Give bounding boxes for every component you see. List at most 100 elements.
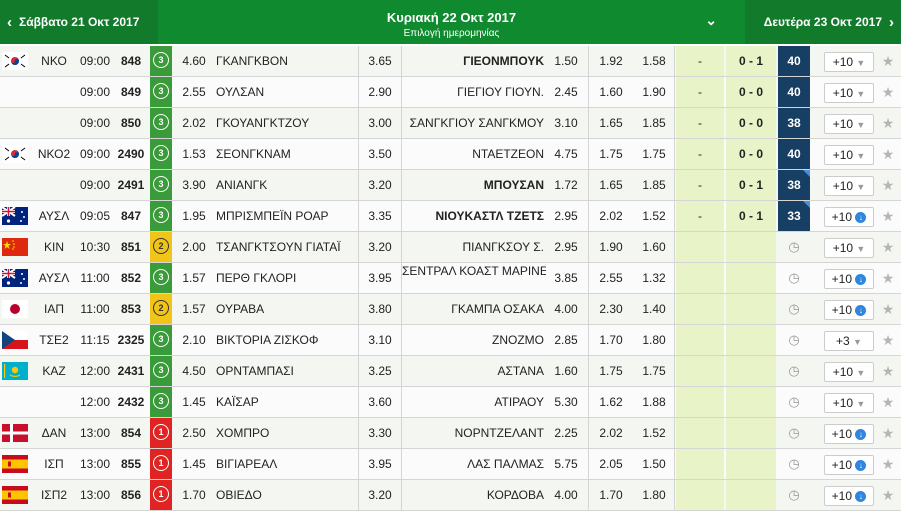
favorite-star-icon[interactable]: ★: [879, 480, 897, 510]
odd-home[interactable]: 1.53: [176, 139, 212, 169]
odd-over[interactable]: 1.80: [634, 325, 675, 355]
more-markets-button[interactable]: +3 ▼: [824, 331, 874, 351]
odd-draw[interactable]: 3.35: [358, 201, 402, 231]
odd-over[interactable]: 1.85: [634, 108, 675, 138]
odd-under[interactable]: 2.02: [588, 201, 633, 231]
odd-over[interactable]: 1.40: [634, 294, 675, 324]
odd-under[interactable]: 1.92: [588, 46, 633, 76]
table-row[interactable]: 09:00 2491 3 3.90 ΑΝΙΑΝΓΚ 3.20 ΜΠΟΥΣΑΝ 1.72 1.65…: [0, 170, 901, 201]
table-row[interactable]: ΑΥΣΛ 11:00 852 3 1.57 ΠΕΡΘ ΓΚΛΟΡΙ 3.95 ΣΕΝΤΡΑΛ …: [0, 263, 901, 294]
table-row[interactable]: 09:00 849 3 2.55 ΟΥΛΣΑΝ 2.90 ΓΙΕΓΙΟΥ ΓΙΟΥΝ. 2.4…: [0, 77, 901, 108]
odd-home[interactable]: 3.90: [176, 170, 212, 200]
odd-draw[interactable]: 3.25: [358, 356, 402, 386]
odd-home[interactable]: 1.45: [176, 387, 212, 417]
odd-home[interactable]: 2.55: [176, 77, 212, 107]
more-markets-button[interactable]: +10 ▼: [824, 393, 874, 413]
odd-over[interactable]: 1.32: [634, 263, 675, 293]
odd-home[interactable]: 2.00: [176, 232, 212, 262]
odd-over[interactable]: 1.52: [634, 201, 675, 231]
odd-draw[interactable]: 2.90: [358, 77, 402, 107]
odd-away[interactable]: 3.85: [548, 263, 584, 293]
more-markets-button[interactable]: +10 ▼: [824, 114, 874, 134]
favorite-star-icon[interactable]: ★: [879, 263, 897, 293]
odd-home[interactable]: 2.50: [176, 418, 212, 448]
odd-home[interactable]: 4.50: [176, 356, 212, 386]
next-day-button[interactable]: Δευτέρα 23 Οκτ 2017 ›: [745, 0, 901, 44]
odd-under[interactable]: 2.02: [588, 418, 633, 448]
favorite-star-icon[interactable]: ★: [879, 356, 897, 386]
odd-away[interactable]: 1.72: [548, 170, 584, 200]
odd-home[interactable]: 1.45: [176, 449, 212, 479]
favorite-star-icon[interactable]: ★: [879, 201, 897, 231]
odd-under[interactable]: 2.05: [588, 449, 633, 479]
more-markets-button[interactable]: +10 ▼: [824, 238, 874, 258]
odd-away[interactable]: 2.85: [548, 325, 584, 355]
favorite-star-icon[interactable]: ★: [879, 232, 897, 262]
odd-draw[interactable]: 3.65: [358, 46, 402, 76]
odd-draw[interactable]: 3.20: [358, 170, 402, 200]
odd-under[interactable]: 1.90: [588, 232, 633, 262]
odd-away[interactable]: 2.95: [548, 201, 584, 231]
odd-draw[interactable]: 3.30: [358, 418, 402, 448]
favorite-star-icon[interactable]: ★: [879, 294, 897, 324]
table-row[interactable]: 09:00 850 3 2.02 ΓΚΟΥΑΝΓΚΤΖΟΥ 3.00 ΣΑΝΓΚΓΙΟΥ Σ…: [0, 108, 901, 139]
odd-away[interactable]: 4.00: [548, 480, 584, 510]
odd-away[interactable]: 2.95: [548, 232, 584, 262]
favorite-star-icon[interactable]: ★: [879, 170, 897, 200]
table-row[interactable]: ΙΣΠ 13:00 855 1 1.45 ΒΙΓΙΑΡΕΑΛ 3.95 ΛΑΣ ΠΑΛΜΑΣ 5…: [0, 449, 901, 480]
odd-over[interactable]: 1.85: [634, 170, 675, 200]
favorite-star-icon[interactable]: ★: [879, 108, 897, 138]
table-row[interactable]: ΔΑΝ 13:00 854 1 2.50 ΧΟΜΠΡΟ 3.30 ΝΟΡΝΤΖΕΛΑΝΤ 2.2…: [0, 418, 901, 449]
favorite-star-icon[interactable]: ★: [879, 139, 897, 169]
favorite-star-icon[interactable]: ★: [879, 46, 897, 76]
odd-over[interactable]: 1.88: [634, 387, 675, 417]
table-row[interactable]: ΙΑΠ 11:00 853 2 1.57 ΟΥΡΑΒΑ 3.80 ΓΚΑΜΠΑ ΟΣΑΚΑ 4.…: [0, 294, 901, 325]
table-row[interactable]: ΤΣΕ2 11:15 2325 3 2.10 ΒΙΚΤΟΡΙΑ ΖΙΣΚΟΦ 3.10 ΖΝΟ…: [0, 325, 901, 356]
odd-away[interactable]: 3.10: [548, 108, 584, 138]
favorite-star-icon[interactable]: ★: [879, 77, 897, 107]
odd-under[interactable]: 1.70: [588, 325, 633, 355]
previous-day-button[interactable]: ‹ Σάββατο 21 Οκτ 2017: [0, 0, 158, 44]
double-chevron-down-icon[interactable]: ⌄: [705, 12, 717, 29]
odd-over[interactable]: 1.52: [634, 418, 675, 448]
odd-home[interactable]: 4.60: [176, 46, 212, 76]
odd-over[interactable]: 1.75: [634, 139, 675, 169]
odd-away[interactable]: 2.25: [548, 418, 584, 448]
odd-draw[interactable]: 3.60: [358, 387, 402, 417]
odd-under[interactable]: 1.70: [588, 480, 633, 510]
odd-home[interactable]: 1.95: [176, 201, 212, 231]
odd-under[interactable]: 1.65: [588, 108, 633, 138]
odd-draw[interactable]: 3.20: [358, 480, 402, 510]
odd-away[interactable]: 1.50: [548, 46, 584, 76]
table-row[interactable]: ΝΚΟ2 09:00 2490 3 1.53 ΣΕΟΝΓΚΝΑΜ 3.50 ΝΤΑΕΤΖΕΟΝ…: [0, 139, 901, 170]
odd-away[interactable]: 4.75: [548, 139, 584, 169]
odd-under[interactable]: 1.65: [588, 170, 633, 200]
favorite-star-icon[interactable]: ★: [879, 325, 897, 355]
favorite-star-icon[interactable]: ★: [879, 449, 897, 479]
more-markets-button[interactable]: +10 ↓: [824, 455, 874, 475]
more-markets-button[interactable]: +10 ▼: [824, 83, 874, 103]
odd-under[interactable]: 1.62: [588, 387, 633, 417]
table-row[interactable]: ΚΑΖ 12:00 2431 3 4.50 ΟΡΝΤΑΜΠΑΣΙ 3.25 ΑΣΤΑΝΑ 1.6…: [0, 356, 901, 387]
odd-home[interactable]: 1.70: [176, 480, 212, 510]
odd-draw[interactable]: 3.10: [358, 325, 402, 355]
odd-away[interactable]: 1.60: [548, 356, 584, 386]
odd-away[interactable]: 4.00: [548, 294, 584, 324]
odd-over[interactable]: 1.58: [634, 46, 675, 76]
odd-under[interactable]: 1.60: [588, 77, 633, 107]
more-markets-button[interactable]: +10 ↓: [824, 424, 874, 444]
odd-over[interactable]: 1.60: [634, 232, 675, 262]
table-row[interactable]: ΚΙΝ 10:30 851 2 2.00 ΤΣΑΝΓΚΤΣΟΥΝ ΓΙΑΤΑΪ 3.20 ΠΙ…: [0, 232, 901, 263]
odd-home[interactable]: 1.57: [176, 294, 212, 324]
odd-under[interactable]: 1.75: [588, 356, 633, 386]
odd-home[interactable]: 1.57: [176, 263, 212, 293]
odd-over[interactable]: 1.50: [634, 449, 675, 479]
odd-away[interactable]: 5.30: [548, 387, 584, 417]
more-markets-button[interactable]: +10 ↓: [824, 207, 874, 227]
favorite-star-icon[interactable]: ★: [879, 387, 897, 417]
odd-draw[interactable]: 3.00: [358, 108, 402, 138]
more-markets-button[interactable]: +10 ▼: [824, 362, 874, 382]
date-picker[interactable]: Κυριακή 22 Οκτ 2017 Επιλογή ημερομηνίας …: [158, 0, 745, 44]
odd-draw[interactable]: 3.50: [358, 139, 402, 169]
table-row[interactable]: ΝΚΟ 09:00 848 3 4.60 ΓΚΑΝΓΚΒΟΝ 3.65 ΓΙΕΟΝΜΠΟΥΚ 1…: [0, 46, 901, 77]
